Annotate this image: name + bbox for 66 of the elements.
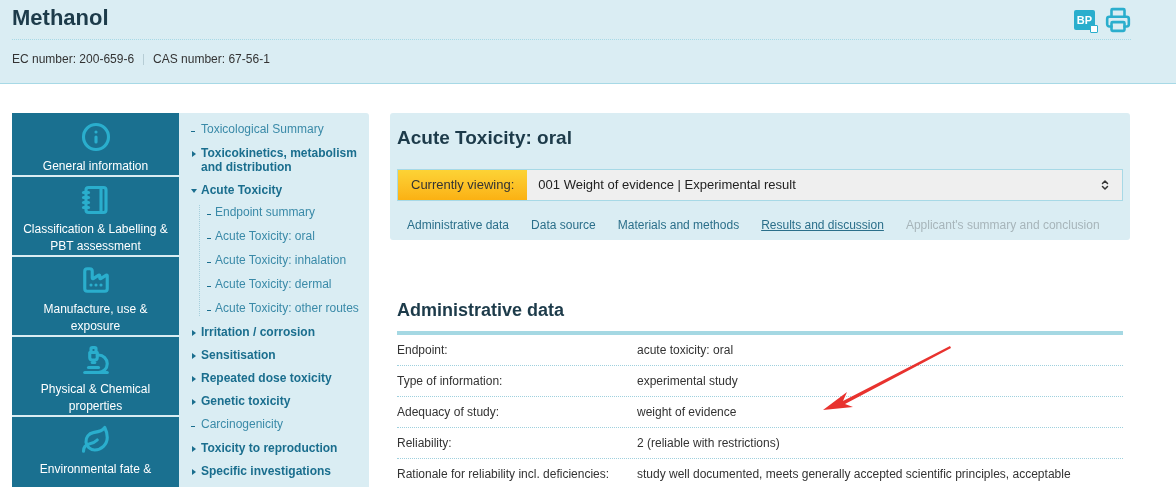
identifier-text: CAS number: 67-56-1 — [153, 51, 270, 68]
dash-icon — [191, 131, 195, 132]
bp-export-button[interactable]: BP — [1073, 10, 1095, 30]
field-value: experimental study — [637, 373, 738, 390]
nav-link[interactable]: Genetic toxicity — [201, 394, 291, 408]
section-link[interactable]: Results and discussion — [761, 216, 884, 234]
category-tile[interactable]: Physical & Chemical properties — [12, 337, 179, 416]
nav-link[interactable]: Toxicokinetics, metabolism and distribution — [201, 146, 369, 174]
category-label: Environmental fate & — [39, 461, 152, 479]
section-heading: Administrative data — [397, 298, 1123, 335]
caret-right-icon[interactable] — [191, 399, 197, 405]
category-label: General information — [42, 158, 149, 175]
nav-link[interactable]: Acute Toxicity: oral — [215, 229, 315, 244]
nav-link[interactable]: Carcinogenicity — [201, 417, 284, 432]
nav-link[interactable]: Sensitisation — [201, 348, 276, 362]
section-link[interactable]: Data source — [531, 216, 596, 234]
field-value: study well documented, meets generally accepted scientific principles, acceptable — [637, 466, 1071, 483]
factory-icon — [80, 265, 111, 296]
nav-link[interactable]: Acute Toxicity — [201, 183, 283, 197]
nav-link[interactable]: Repeated dose toxicity — [201, 371, 332, 385]
record-title: Acute Toxicity: oral — [397, 126, 573, 150]
field-label: Adequacy of study: — [397, 404, 501, 421]
book-icon — [80, 185, 111, 216]
nav-link[interactable]: Irritation / corrosion — [201, 325, 315, 339]
section-label: Applicant's summary and conclusion — [905, 217, 1100, 234]
field-value: acute toxicity: oral — [637, 342, 734, 359]
category-tile[interactable]: Classification & Labelling & PBT assessment — [12, 177, 179, 256]
section-link[interactable]: Materials and methods — [617, 216, 740, 234]
microscope-icon — [80, 345, 111, 376]
nav-link[interactable]: Toxicological Summary — [201, 122, 324, 137]
caret-right-icon[interactable] — [191, 446, 197, 452]
caret-right-icon[interactable] — [191, 330, 197, 336]
field-label: Reliability: — [397, 435, 453, 452]
page-title: Methanol — [12, 4, 109, 32]
category-label: Manufacture, use & exposure — [42, 301, 149, 336]
nav-link[interactable]: Acute Toxicity: inhalation — [215, 253, 347, 268]
category-tile[interactable]: General information — [12, 113, 179, 176]
nav-link[interactable]: Toxicity to reproduction — [201, 441, 338, 455]
category-tile[interactable]: Manufacture, use & exposure — [12, 257, 179, 336]
caret-right-icon[interactable] — [191, 353, 197, 359]
dash-icon — [207, 310, 211, 311]
nav-link[interactable]: Specific investigations — [201, 464, 332, 478]
category-label: Classification & Labelling & PBT assessment — [22, 221, 169, 256]
caret-right-icon[interactable] — [191, 151, 197, 157]
nav-link[interactable]: Acute Toxicity: other routes — [215, 301, 359, 316]
dash-icon — [207, 262, 211, 263]
dash-icon — [207, 286, 211, 287]
field-label: Rationale for reliability incl. deficiencies: — [397, 466, 611, 483]
field-value: 2 (reliable with restrictions) — [637, 435, 780, 452]
field-label: Endpoint: — [397, 342, 449, 359]
section-link[interactable]: Administrative data — [407, 216, 510, 234]
nav-link[interactable]: Acute Toxicity: dermal — [215, 277, 332, 292]
field-value: weight of evidence — [637, 404, 737, 421]
category-tile[interactable]: Environmental fate & — [12, 417, 179, 487]
caret-down-icon[interactable] — [191, 188, 197, 194]
leaf-icon — [80, 425, 111, 456]
category-label: Physical & Chemical properties — [39, 381, 152, 416]
identifier-text: EC number: 200-659-6 — [12, 51, 135, 68]
dash-icon — [191, 426, 195, 427]
field-label: Type of information: — [397, 373, 504, 390]
info-icon — [80, 122, 111, 152]
caret-right-icon[interactable] — [191, 469, 197, 475]
caret-right-icon[interactable] — [191, 376, 197, 382]
dash-icon — [207, 238, 211, 239]
nav-link[interactable]: Endpoint summary — [215, 205, 316, 220]
dash-icon — [207, 214, 211, 215]
